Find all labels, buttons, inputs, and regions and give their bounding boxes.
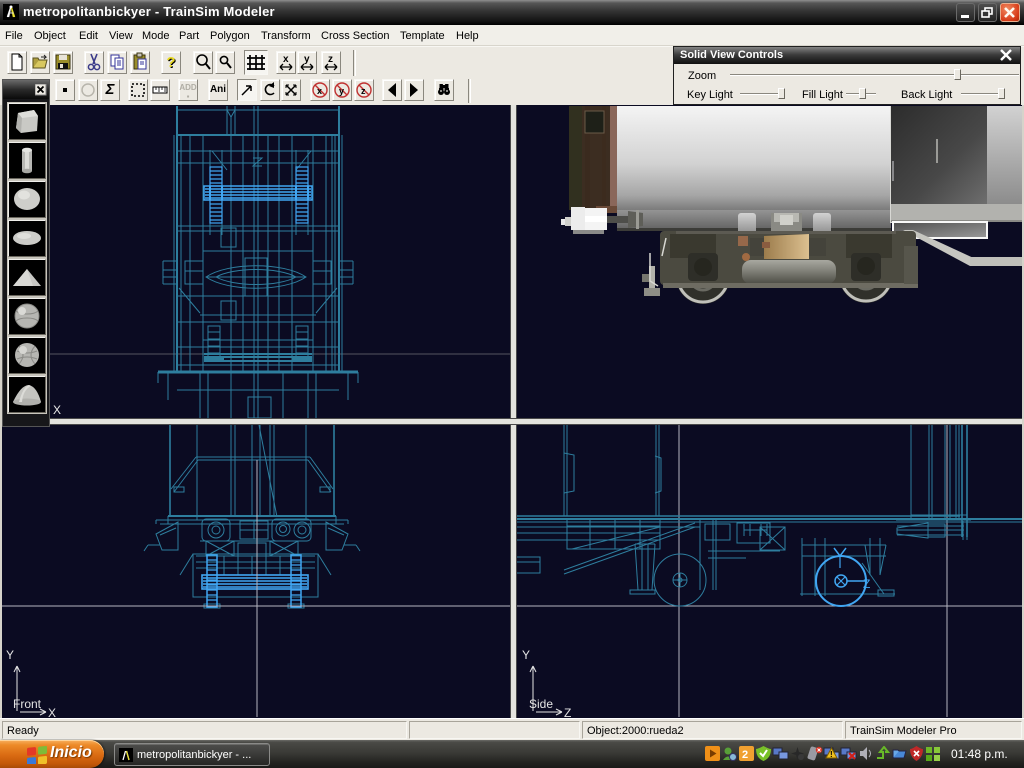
svg-text:!: !	[830, 750, 833, 759]
svg-text:Z: Z	[863, 577, 870, 591]
svg-text:Y: Y	[522, 648, 530, 662]
svg-text:z: z	[328, 54, 333, 65]
svg-text:2: 2	[742, 749, 748, 761]
svg-text:Z: Z	[564, 706, 571, 717]
svg-text:x: x	[317, 86, 322, 96]
svg-text:X: X	[53, 403, 61, 417]
svg-text:Y: Y	[6, 648, 14, 662]
svg-text:x: x	[283, 54, 289, 65]
svg-text:z: z	[361, 86, 366, 96]
svg-text:y: y	[304, 54, 310, 65]
svg-text:y: y	[339, 86, 344, 96]
svg-text:X: X	[48, 706, 56, 717]
